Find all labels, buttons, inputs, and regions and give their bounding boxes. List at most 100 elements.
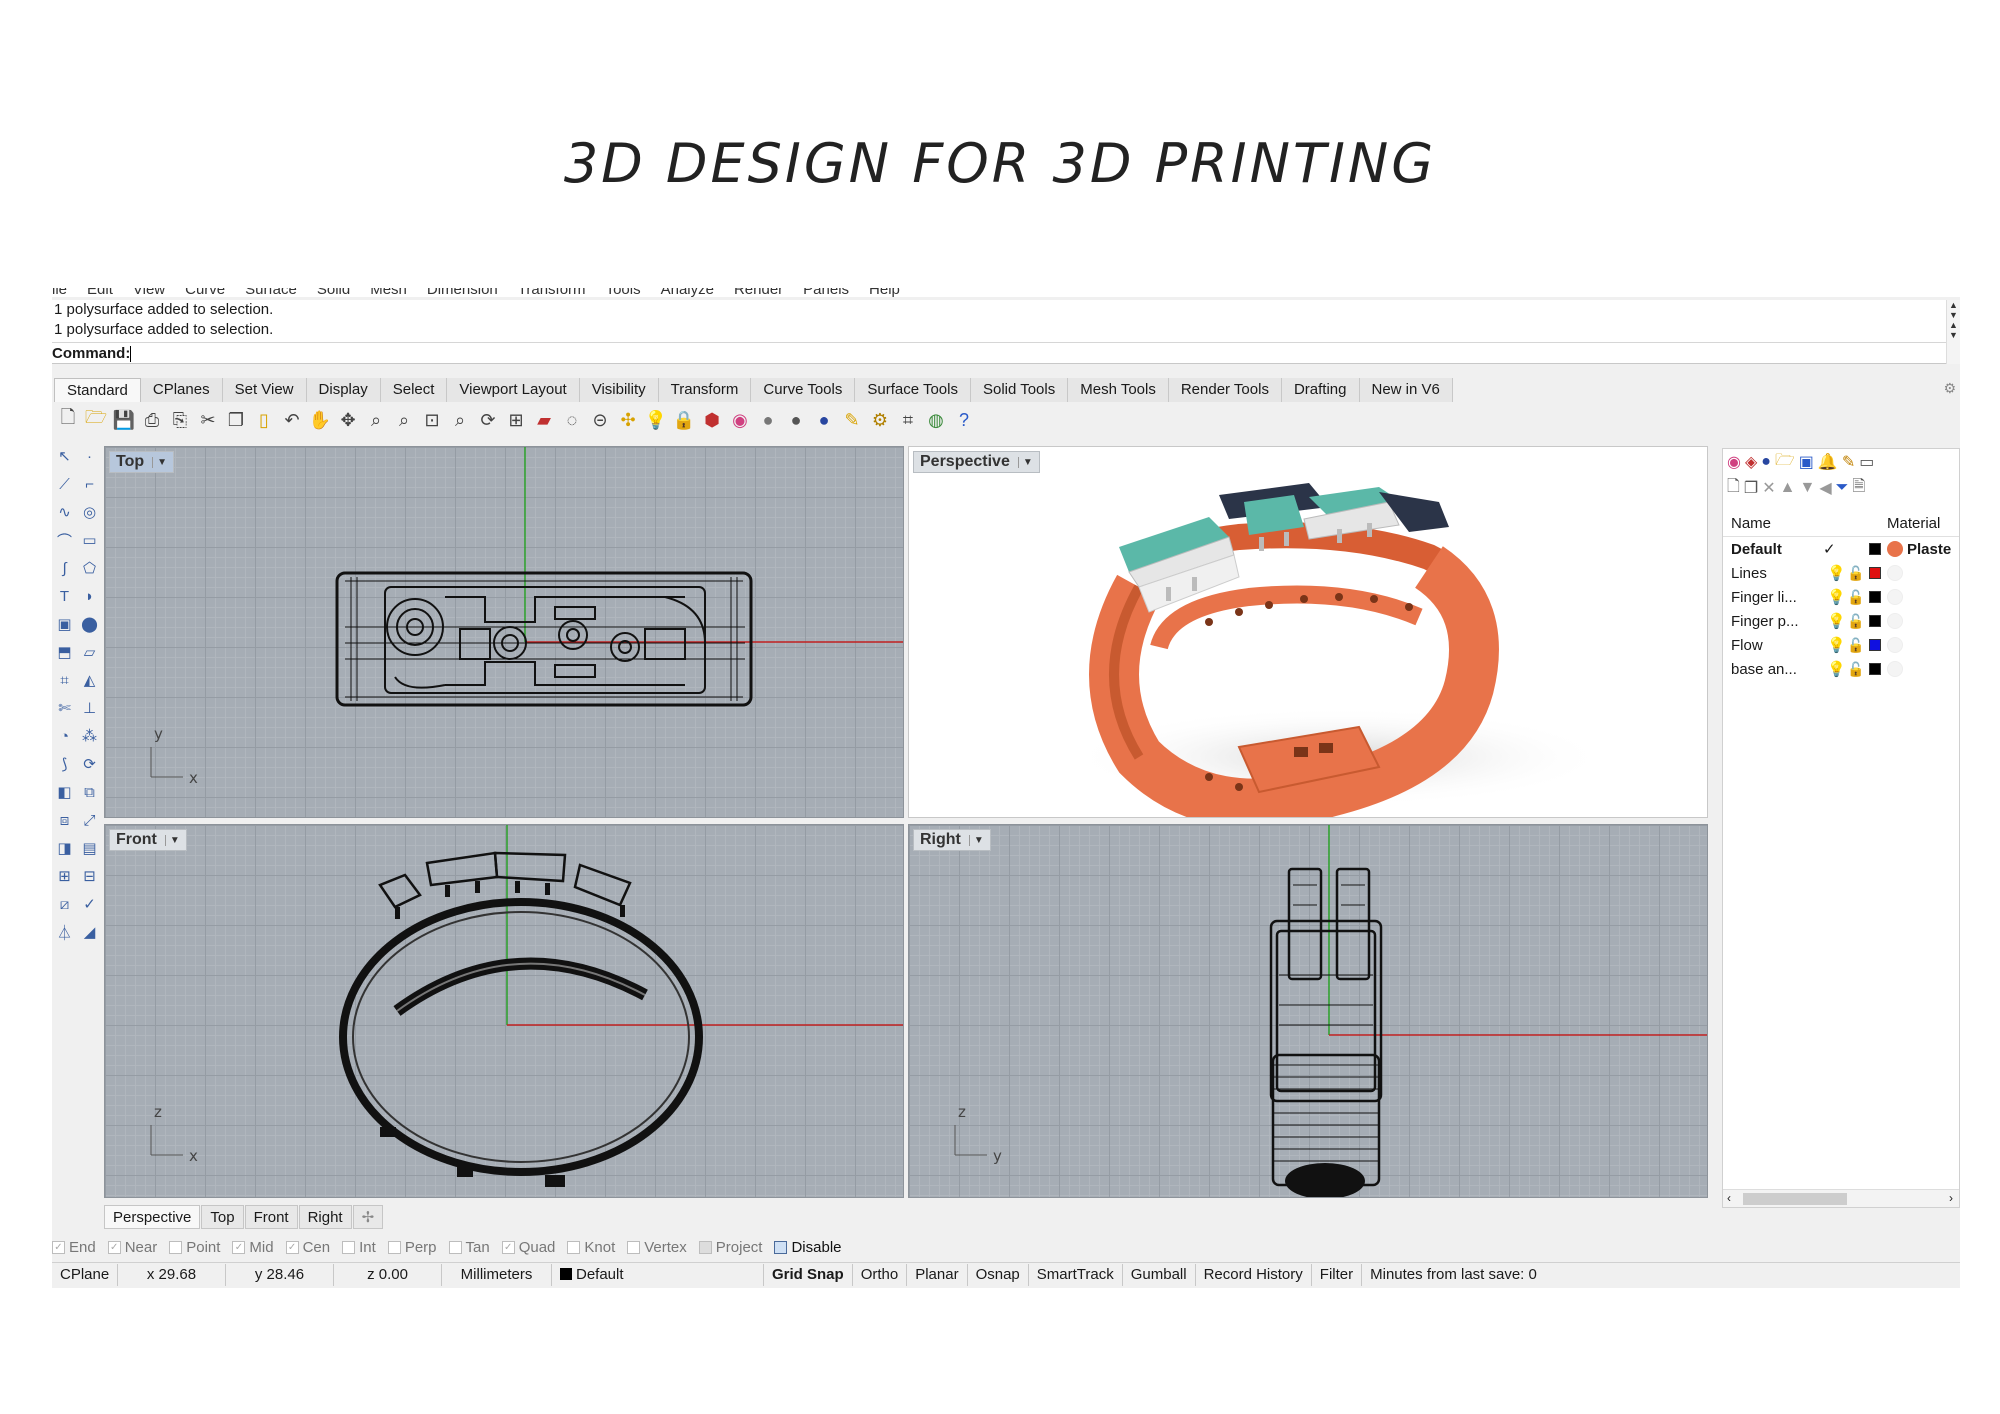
osnap-int[interactable]: Int	[342, 1239, 376, 1256]
lightbulb-icon[interactable]: 💡	[1827, 612, 1846, 630]
sphere-icon[interactable]: ●	[754, 407, 782, 433]
tools-icon[interactable]: 🗎	[1852, 475, 1865, 502]
plane-icon[interactable]: ▱	[77, 638, 102, 666]
lock-icon[interactable]: 🔒	[670, 407, 698, 433]
notify-panel-icon[interactable]: 🔔	[1818, 452, 1838, 472]
transform-icon[interactable]: ⧄	[52, 890, 77, 918]
status-layer[interactable]: Default	[552, 1263, 764, 1286]
chevron-down-icon[interactable]: ▼	[1017, 456, 1033, 468]
import-icon[interactable]: ⎘	[166, 407, 194, 433]
monitor-panel-icon[interactable]: ▭	[1859, 452, 1874, 472]
snap-icon[interactable]: ✣	[614, 407, 642, 433]
menu-panels[interactable]: Panels	[803, 288, 849, 297]
menu-file[interactable]: ile	[52, 288, 67, 297]
viewport-front[interactable]: z x Front ▼	[104, 824, 904, 1198]
undo-icon[interactable]: ↶	[278, 407, 306, 433]
light-icon[interactable]: 💡	[642, 407, 670, 433]
check-icon[interactable]: ✓	[77, 890, 102, 918]
gumball-icon[interactable]: ⌗	[894, 407, 922, 433]
viewport-label-perspective[interactable]: Perspective ▼	[913, 451, 1040, 473]
display-panel-icon[interactable]: ▣	[1799, 452, 1814, 472]
viewport-perspective[interactable]: Perspective ▼	[908, 446, 1708, 818]
move-icon[interactable]: ✥	[334, 407, 362, 433]
osnap-knot[interactable]: Knot	[567, 1239, 615, 1256]
polygon-icon[interactable]: ⬠	[77, 554, 102, 582]
status-smarttrack[interactable]: SmartTrack	[1029, 1263, 1123, 1286]
paste-icon[interactable]: ▯	[250, 407, 278, 433]
osnap-mid[interactable]: ✓ Mid	[232, 1239, 274, 1256]
tab-surface-tools[interactable]: Surface Tools	[855, 378, 971, 402]
material-swatch[interactable]	[1887, 565, 1903, 581]
freeform-icon[interactable]: ∫	[52, 554, 77, 582]
chevron-down-icon[interactable]: ▼	[152, 456, 167, 468]
tab-mesh-tools[interactable]: Mesh Tools	[1068, 378, 1169, 402]
layer-hscrollbar[interactable]: ‹ ›	[1723, 1189, 1959, 1207]
point-icon[interactable]: ·	[77, 442, 102, 470]
layer-row[interactable]: Finger p... 💡 🔓	[1723, 609, 1959, 633]
tab-new-in-v6[interactable]: New in V6	[1359, 378, 1453, 402]
chevron-right-icon[interactable]: ›	[1949, 1191, 1953, 1205]
new-layer-icon[interactable]: 🗋	[1727, 475, 1740, 502]
line-icon[interactable]: ⟋	[52, 470, 77, 498]
layer-color[interactable]	[1869, 567, 1881, 579]
osnap-tan[interactable]: Tan	[448, 1239, 490, 1256]
viewport-label-top[interactable]: Top ▼	[109, 451, 175, 473]
car-icon[interactable]: ▰	[530, 407, 558, 433]
four-view-icon[interactable]: ⊞	[502, 407, 530, 433]
cplane-icon[interactable]: ⊝	[586, 407, 614, 433]
layer-color[interactable]	[1869, 543, 1881, 555]
vptab-right[interactable]: Right	[298, 1205, 352, 1229]
chevron-left-icon[interactable]: ‹	[1727, 1191, 1731, 1205]
menu-dimension[interactable]: Dimension	[427, 288, 498, 297]
status-filter[interactable]: Filter	[1312, 1263, 1363, 1286]
tab-drafting[interactable]: Drafting	[1281, 378, 1360, 402]
lightbulb-icon[interactable]: 💡	[1827, 588, 1846, 606]
osnap-vertex[interactable]: Vertex	[627, 1239, 687, 1256]
copy-tool-icon[interactable]: ⧉	[77, 778, 102, 806]
viewport-top[interactable]: y x Top ▼	[104, 446, 904, 818]
surface-icon[interactable]: ◗	[77, 582, 102, 610]
copy-icon[interactable]: ❐	[222, 407, 250, 433]
render-panel-icon[interactable]: ●	[1761, 453, 1771, 471]
material-swatch[interactable]	[1887, 661, 1903, 677]
status-planar[interactable]: Planar	[907, 1263, 968, 1286]
hide-icon[interactable]: ◌	[558, 407, 586, 433]
tab-display[interactable]: Display	[306, 378, 381, 402]
zoom-extents-icon[interactable]: ⊡	[418, 407, 446, 433]
vptab-perspective[interactable]: Perspective	[104, 1205, 201, 1229]
menu-curve[interactable]: Curve	[185, 288, 225, 297]
analyze-icon[interactable]: ⊟	[77, 862, 102, 890]
tab-visibility[interactable]: Visibility	[579, 378, 659, 402]
offset-icon[interactable]: ⟆	[52, 750, 77, 778]
unlock-icon[interactable]: 🔓	[1847, 637, 1864, 654]
curve-icon[interactable]: ∿	[52, 498, 77, 526]
layer-color[interactable]	[1869, 663, 1881, 675]
menu-surface[interactable]: Surface	[245, 288, 297, 297]
new-icon[interactable]: 🗋	[54, 407, 82, 433]
zoom-window-icon[interactable]: ⌕	[390, 407, 418, 433]
cut-icon[interactable]: ✂	[194, 407, 222, 433]
osnap-quad[interactable]: ✓ Quad	[501, 1239, 555, 1256]
extrude-icon[interactable]: ⬒	[52, 638, 77, 666]
properties-icon[interactable]: ✎	[838, 407, 866, 433]
select-icon[interactable]: ↖	[52, 442, 77, 470]
material-swatch[interactable]	[1887, 541, 1903, 557]
menu-solid[interactable]: Solid	[317, 288, 350, 297]
delete-layer-icon[interactable]: ✕	[1762, 478, 1775, 498]
move-down-icon[interactable]: ▼	[1799, 479, 1815, 497]
add-viewport-icon[interactable]: ✢	[352, 1205, 384, 1229]
chevron-down-icon[interactable]: ▼	[968, 834, 984, 846]
osnap-end[interactable]: ✓ End	[52, 1239, 96, 1256]
osnap-cen[interactable]: ✓ Cen	[285, 1239, 330, 1256]
viewport-right[interactable]: z y Right ▼	[908, 824, 1708, 1198]
text-icon[interactable]: T	[52, 582, 77, 610]
boolean-icon[interactable]: ◭	[77, 666, 102, 694]
color-wheel-icon[interactable]: ◉	[726, 407, 754, 433]
status-record-history[interactable]: Record History	[1196, 1263, 1312, 1286]
properties-panel-icon[interactable]: ◉	[1727, 452, 1741, 472]
osnap-near[interactable]: ✓ Near	[107, 1239, 157, 1256]
unlock-icon[interactable]: 🔓	[1847, 565, 1864, 582]
lightbulb-icon[interactable]: 💡	[1827, 636, 1846, 654]
grid-tool-icon[interactable]: ⊞	[52, 862, 77, 890]
globe-icon[interactable]: ◍	[922, 407, 950, 433]
